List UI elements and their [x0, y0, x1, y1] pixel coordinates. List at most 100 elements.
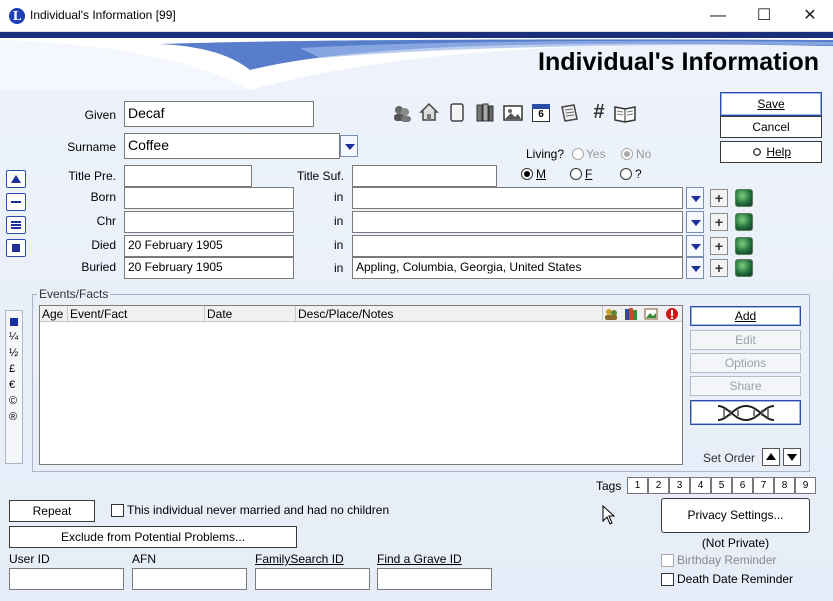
familysearch-id-input[interactable] — [255, 568, 370, 590]
living-no-radio[interactable] — [621, 148, 633, 160]
born-add-button[interactable]: + — [710, 189, 728, 207]
people-icon[interactable] — [391, 102, 413, 124]
book-open-icon[interactable] — [614, 102, 636, 124]
triangle-down-icon — [787, 454, 797, 461]
chr-globe-icon[interactable] — [735, 213, 753, 231]
col-header-date[interactable]: Date — [207, 307, 232, 321]
chr-add-button[interactable]: + — [710, 213, 728, 231]
buried-add-button[interactable]: + — [710, 259, 728, 277]
find-a-grave-id-input[interactable] — [377, 568, 492, 590]
afn-input[interactable] — [132, 568, 247, 590]
col-people-icon[interactable] — [604, 307, 618, 321]
title-pre-input[interactable] — [124, 165, 252, 187]
tag-6[interactable]: 6 — [732, 477, 753, 494]
sex-unknown-radio[interactable] — [620, 168, 632, 180]
born-place-dropdown-button[interactable] — [686, 187, 704, 209]
chr-label: Chr — [96, 214, 116, 228]
dna-button[interactable] — [690, 400, 801, 425]
char-pound[interactable]: £ — [9, 363, 15, 375]
col-header-desc[interactable]: Desc/Place/Notes — [298, 307, 393, 321]
surname-dropdown-button[interactable] — [340, 135, 358, 157]
died-add-button[interactable]: + — [710, 237, 728, 255]
nav-remove-button[interactable] — [6, 193, 26, 211]
born-globe-icon[interactable] — [735, 189, 753, 207]
minimize-icon[interactable]: — — [695, 0, 741, 32]
find-a-grave-id-link[interactable]: Find a Grave ID — [377, 552, 462, 566]
nav-first-button[interactable] — [6, 170, 26, 188]
nav-list-button[interactable] — [6, 216, 26, 234]
sex-male-radio[interactable] — [521, 168, 533, 180]
cancel-button[interactable]: Cancel — [720, 116, 822, 138]
events-table[interactable]: Age Event/Fact Date Desc/Place/Notes — [39, 305, 683, 465]
move-up-button[interactable] — [762, 448, 780, 466]
save-button[interactable]: Save — [720, 92, 822, 116]
char-half[interactable]: ½ — [9, 347, 18, 359]
add-event-button[interactable]: Add — [690, 306, 801, 326]
chr-in-label: in — [334, 214, 344, 228]
died-date-input[interactable]: 20 February 1905 — [124, 235, 294, 257]
close-icon[interactable]: ✕ — [787, 0, 833, 32]
col-problem-icon[interactable] — [665, 307, 679, 321]
exclude-problems-button[interactable]: Exclude from Potential Problems... — [9, 526, 297, 548]
scroll-icon[interactable] — [558, 102, 580, 124]
buried-place-dropdown-button[interactable] — [686, 257, 704, 279]
edit-event-button[interactable]: Edit — [690, 330, 801, 350]
title-suf-input[interactable] — [352, 165, 497, 187]
born-place-input[interactable] — [352, 187, 683, 209]
birthday-reminder-checkbox[interactable] — [661, 554, 674, 567]
save-button-label: Save — [757, 97, 785, 111]
surname-input[interactable]: Coffee — [124, 133, 340, 159]
palette-square-icon[interactable] — [10, 318, 18, 326]
never-married-checkbox[interactable] — [111, 504, 124, 517]
char-registered[interactable]: ® — [9, 411, 17, 423]
died-place-input[interactable] — [352, 235, 683, 257]
buried-globe-icon[interactable] — [735, 259, 753, 277]
familysearch-id-link[interactable]: FamilySearch ID — [255, 552, 344, 566]
living-yes-radio[interactable] — [572, 148, 584, 160]
user-id-input[interactable] — [9, 568, 124, 590]
share-button[interactable]: Share — [690, 376, 801, 396]
title-pre-label: Title Pre. — [68, 169, 116, 183]
tag-7[interactable]: 7 — [753, 477, 774, 494]
born-date-input[interactable] — [124, 187, 294, 209]
tag-4[interactable]: 4 — [690, 477, 711, 494]
calendar-icon[interactable]: 6 — [530, 102, 552, 124]
tag-3[interactable]: 3 — [669, 477, 690, 494]
maximize-icon[interactable]: ☐ — [741, 0, 787, 32]
given-name-input[interactable]: Decaf — [124, 101, 314, 127]
tag-8[interactable]: 8 — [774, 477, 795, 494]
col-header-event[interactable]: Event/Fact — [70, 307, 127, 321]
buried-date-input[interactable]: 20 February 1905 — [124, 257, 294, 279]
died-globe-icon[interactable] — [735, 237, 753, 255]
notes-icon[interactable] — [446, 101, 468, 123]
repeat-button[interactable]: Repeat — [9, 500, 95, 522]
tag-1[interactable]: 1 — [627, 477, 648, 494]
sex-female-radio[interactable] — [570, 168, 582, 180]
house-icon[interactable] — [418, 101, 440, 123]
col-sources-icon[interactable] — [624, 307, 638, 321]
char-copyright[interactable]: © — [9, 395, 17, 407]
books-icon[interactable] — [474, 101, 496, 123]
move-down-button[interactable] — [783, 448, 801, 466]
col-media-icon[interactable] — [644, 307, 658, 321]
char-quarter[interactable]: ¼ — [9, 331, 18, 343]
chr-date-input[interactable] — [124, 211, 294, 233]
death-date-reminder-checkbox[interactable] — [661, 573, 674, 586]
death-date-reminder-label: Death Date Reminder — [677, 572, 794, 586]
nav-stop-button[interactable] — [6, 239, 26, 257]
died-place-dropdown-button[interactable] — [686, 235, 704, 257]
chr-place-input[interactable] — [352, 211, 683, 233]
options-button[interactable]: Options — [690, 353, 801, 373]
living-yes-label: Yes — [586, 147, 606, 161]
tag-9[interactable]: 9 — [795, 477, 816, 494]
chr-place-dropdown-button[interactable] — [686, 211, 704, 233]
tag-2[interactable]: 2 — [648, 477, 669, 494]
hash-icon[interactable]: # — [588, 101, 610, 123]
col-header-age[interactable]: Age — [42, 307, 63, 321]
tag-5[interactable]: 5 — [711, 477, 732, 494]
char-euro[interactable]: € — [9, 379, 15, 391]
privacy-settings-button[interactable]: Privacy Settings... — [661, 498, 810, 533]
buried-place-input[interactable]: Appling, Columbia, Georgia, United State… — [352, 257, 683, 279]
picture-icon[interactable] — [502, 102, 524, 124]
help-button[interactable]: Help — [720, 141, 822, 163]
